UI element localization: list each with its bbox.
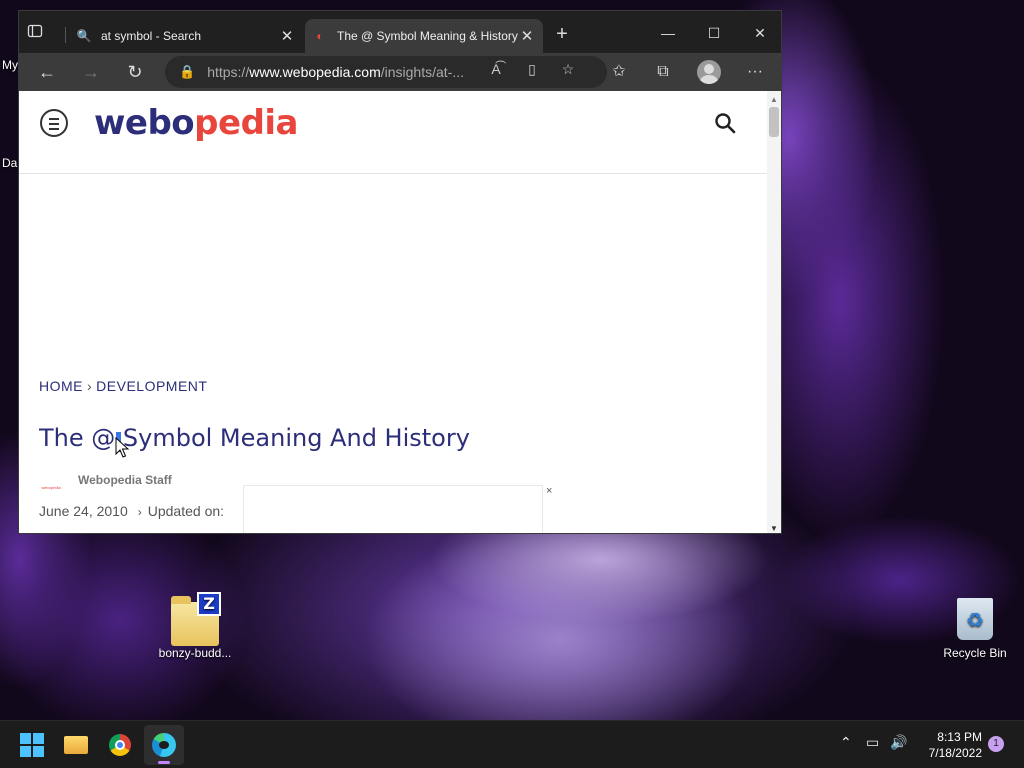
- desktop-icon-label: Recycle Bin: [943, 646, 1007, 660]
- tab-search[interactable]: 🔍 at symbol - Search ✕: [69, 19, 303, 53]
- search-favicon-icon: 🔍: [76, 29, 92, 43]
- updated-label: Updated on:: [147, 503, 225, 519]
- menu-icon[interactable]: [40, 109, 68, 137]
- author-name[interactable]: Webopedia Staff: [78, 473, 172, 487]
- add-favorite-icon[interactable]: ☆: [557, 59, 579, 79]
- more-options-icon[interactable]: ···: [741, 59, 769, 85]
- tab-actions-icon[interactable]: [27, 23, 57, 47]
- overlay-ad-box[interactable]: [243, 485, 543, 533]
- page-title: The @ Symbol Meaning And History: [39, 424, 470, 452]
- refresh-icon[interactable]: ↻: [121, 59, 149, 85]
- network-icon[interactable]: ▭: [866, 735, 879, 751]
- edge-button[interactable]: [144, 725, 184, 765]
- favorites-icon[interactable]: ✩: [605, 59, 633, 85]
- tab-title: at symbol - Search: [101, 29, 202, 43]
- desktop-partial-label-1: My: [2, 58, 18, 72]
- page-scrollbar[interactable]: ▲ ▼: [767, 91, 781, 533]
- windows-logo-icon: [20, 733, 44, 757]
- zip-badge-icon: Z: [197, 592, 221, 616]
- site-header: webopedia: [19, 91, 767, 174]
- scroll-up-icon[interactable]: ▲: [770, 95, 778, 104]
- profile-avatar[interactable]: [697, 60, 721, 84]
- scrollbar-thumb[interactable]: [769, 107, 779, 137]
- tab-webopedia[interactable]: ◐ The @ Symbol Meaning & History ✕: [305, 19, 543, 53]
- browser-window: 🔍 at symbol - Search ✕ ◐ The @ Symbol Me…: [18, 10, 782, 534]
- url-text: https://www.webopedia.com/insights/at-..…: [207, 64, 464, 80]
- clock-time: 8:13 PM: [937, 730, 982, 744]
- zip-folder-icon: Z: [171, 592, 221, 646]
- taskbar: ⌃ ▭ 🔊 8:13 PM 7/18/2022 1: [0, 720, 1024, 768]
- published-date: June 24, 2010: [39, 503, 128, 519]
- breadcrumb-development[interactable]: DEVELOPMENT: [96, 378, 207, 394]
- system-clock[interactable]: 8:13 PM 7/18/2022: [918, 729, 982, 761]
- breadcrumb-separator: ›: [87, 378, 93, 394]
- breadcrumb: HOME › DEVELOPMENT: [39, 378, 207, 394]
- webopedia-favicon-icon: ◐: [316, 29, 324, 43]
- close-icon[interactable]: ×: [546, 485, 552, 497]
- minimize-icon[interactable]: —: [645, 19, 691, 47]
- close-tab-icon[interactable]: ✕: [519, 27, 535, 45]
- chrome-button[interactable]: [100, 725, 140, 765]
- start-button[interactable]: [12, 725, 52, 765]
- read-aloud-icon[interactable]: A͡: [485, 59, 507, 79]
- scroll-down-icon[interactable]: ▼: [770, 524, 778, 533]
- maximize-icon[interactable]: ☐: [691, 19, 737, 47]
- article-dates: June 24, 2010 › Updated on:: [39, 503, 224, 519]
- forward-icon[interactable]: →: [77, 59, 105, 85]
- breadcrumb-home[interactable]: HOME: [39, 378, 83, 394]
- recycle-bin-icon: [957, 598, 993, 640]
- desktop-icon-recycle-bin[interactable]: Recycle Bin: [930, 598, 1020, 660]
- close-tab-icon[interactable]: ✕: [279, 27, 295, 45]
- ad-placeholder: [19, 175, 767, 365]
- folder-icon: [64, 736, 88, 754]
- chevron-up-icon[interactable]: ⌃: [840, 735, 852, 751]
- search-icon[interactable]: [713, 111, 737, 135]
- notification-badge[interactable]: 1: [988, 736, 1004, 752]
- webopedia-logo[interactable]: webopedia: [94, 103, 299, 143]
- author-avatar: webopedia: [41, 485, 61, 490]
- back-icon[interactable]: ←: [33, 59, 61, 85]
- volume-icon[interactable]: 🔊: [890, 735, 907, 751]
- address-bar: ← → ↻ 🔒 https://www.webopedia.com/insigh…: [19, 53, 781, 91]
- new-tab-icon[interactable]: +: [551, 23, 573, 45]
- chevron-right-icon: ›: [137, 505, 142, 519]
- page-viewport: webopedia HOME › DEVELOPMENT The @ Symbol …: [19, 91, 781, 533]
- clock-date: 7/18/2022: [928, 746, 982, 760]
- close-window-icon[interactable]: ✕: [737, 19, 781, 47]
- lock-icon: 🔒: [179, 64, 196, 79]
- chrome-icon: [109, 734, 131, 756]
- desktop-icon-label: bonzy-budd...: [158, 646, 232, 660]
- desktop-partial-label-2: Da: [2, 156, 18, 170]
- collections-icon[interactable]: ⧉: [649, 59, 677, 85]
- tab-title: The @ Symbol Meaning & History: [337, 29, 518, 43]
- mouse-pointer-icon: [115, 437, 129, 458]
- tab-bar: 🔍 at symbol - Search ✕ ◐ The @ Symbol Me…: [19, 11, 781, 53]
- desktop-icon-bonzy-buddy[interactable]: Z bonzy-budd...: [150, 592, 240, 660]
- edge-icon: [152, 733, 176, 757]
- immersive-reader-icon[interactable]: ▯: [521, 59, 543, 79]
- tab-separator: [65, 27, 66, 43]
- file-explorer-button[interactable]: [56, 725, 96, 765]
